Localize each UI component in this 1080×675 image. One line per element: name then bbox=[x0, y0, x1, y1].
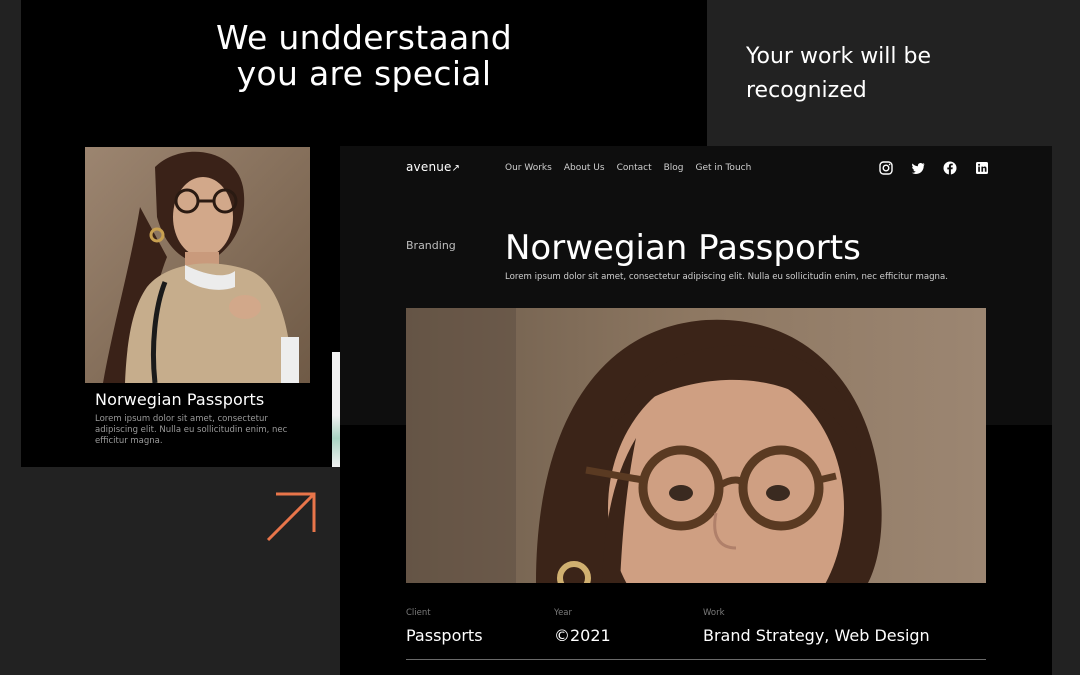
project-category: Branding bbox=[406, 239, 456, 252]
nav-about-us[interactable]: About Us bbox=[564, 163, 605, 173]
instagram-icon[interactable] bbox=[878, 160, 894, 176]
card-photo[interactable] bbox=[85, 147, 310, 383]
hero-heading-line-1: We undderstaand bbox=[215, 18, 513, 57]
main-nav: Our Works About Us Contact Blog Get in T… bbox=[505, 163, 751, 173]
card-title[interactable]: Norwegian Passports bbox=[95, 390, 264, 409]
twitter-icon[interactable] bbox=[910, 160, 926, 176]
meta-year: Year ©2021 bbox=[554, 608, 611, 645]
divider bbox=[406, 659, 986, 660]
meta-year-label: Year bbox=[554, 608, 572, 618]
project-hero-image bbox=[406, 308, 986, 583]
hero-heading-line-2: you are special bbox=[236, 54, 492, 93]
woman-closeup-image bbox=[406, 308, 986, 583]
arrow-up-right-icon: ↗ bbox=[451, 163, 461, 174]
tagline: Your work will be recognized bbox=[746, 44, 932, 103]
meta-work: Work Brand Strategy, Web Design bbox=[703, 608, 930, 645]
social-links bbox=[878, 160, 990, 176]
nav-contact[interactable]: Contact bbox=[617, 163, 652, 173]
meta-client-label: Client bbox=[406, 608, 431, 618]
card-description: Lorem ipsum dolor sit amet, consectetur … bbox=[95, 414, 288, 446]
site-logo-text: avenue bbox=[406, 160, 452, 174]
meta-year-value: ©2021 bbox=[554, 626, 611, 645]
meta-work-value: Brand Strategy, Web Design bbox=[703, 626, 930, 645]
site-logo[interactable]: avenue↗ bbox=[406, 160, 460, 174]
meta-client: Client Passports bbox=[406, 608, 483, 645]
next-card-peek bbox=[332, 352, 340, 467]
meta-client-value: Passports bbox=[406, 626, 483, 645]
project-title: Norwegian Passports bbox=[505, 228, 861, 268]
nav-our-works[interactable]: Our Works bbox=[505, 163, 552, 173]
project-lead: Lorem ipsum dolor sit amet, consectetur … bbox=[505, 272, 949, 282]
nav-get-in-touch[interactable]: Get in Touch bbox=[696, 163, 752, 173]
facebook-icon[interactable] bbox=[942, 160, 958, 176]
woman-portrait-image bbox=[85, 147, 310, 383]
hero-heading: We undderstaand you are special bbox=[21, 20, 707, 92]
arrow-up-right-icon bbox=[266, 492, 316, 542]
meta-work-label: Work bbox=[703, 608, 725, 618]
nav-blog[interactable]: Blog bbox=[664, 163, 684, 173]
linkedin-icon[interactable] bbox=[974, 160, 990, 176]
website-mockup: avenue↗ Our Works About Us Contact Blog … bbox=[340, 146, 1052, 675]
